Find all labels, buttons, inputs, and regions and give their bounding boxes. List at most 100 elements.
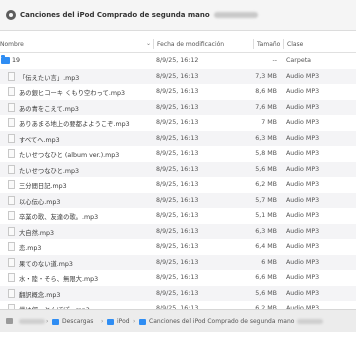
breadcrumb-label: Canciones del iPod Comprado de segunda m… xyxy=(149,318,295,325)
breadcrumb-item[interactable]: Descargas xyxy=(52,318,93,325)
column-separator[interactable] xyxy=(283,39,284,49)
window-shadow-area xyxy=(0,332,356,364)
audio-file-icon xyxy=(8,242,15,251)
folder-icon xyxy=(139,318,146,325)
audio-file-icon xyxy=(8,211,15,220)
table-row[interactable]: 「伝えたい言」.mp3 8/9/25, 16:13 7,3 MB Audio MP3 xyxy=(0,68,356,84)
path-bar: › Descargas › iPod › Canciones del iPod … xyxy=(0,309,356,332)
modified-date: 8/9/25, 16:13 xyxy=(156,243,199,250)
table-row[interactable]: 大自然.mp3 8/9/25, 16:13 6,3 MB Audio MP3 xyxy=(0,223,356,239)
file-name: 翻訳概念.mp3 xyxy=(19,291,61,299)
file-kind: Audio MP3 xyxy=(286,227,320,235)
column-kind-header[interactable]: Clase xyxy=(287,41,303,48)
modified-date: 8/9/25, 16:13 xyxy=(156,181,199,188)
table-row[interactable]: たいせつなひと (album ver.).mp3 8/9/25, 16:13 5,8… xyxy=(0,146,356,162)
file-size: 6,6 MB xyxy=(255,274,277,281)
table-row[interactable]: 果てのない道.mp3 8/9/25, 16:13 6 MB Audio MP3 xyxy=(0,254,356,270)
file-kind: Audio MP3 xyxy=(286,196,320,204)
modified-date: 8/9/25, 16:13 xyxy=(156,119,199,126)
file-list: 19 8/9/25, 16:12 -- Carpeta 「伝えたい言」.mp3 8/9/2… xyxy=(0,53,356,317)
table-row[interactable]: 三分間日記.mp3 8/9/25, 16:13 6,2 MB Audio MP3 xyxy=(0,177,356,193)
file-kind: Audio MP3 xyxy=(286,181,320,188)
breadcrumb-item[interactable]: Canciones del iPod Comprado de segunda m… xyxy=(139,318,324,325)
audio-file-icon xyxy=(8,195,15,205)
audio-file-icon xyxy=(8,118,15,127)
file-name: ありあまる地上の要都よようこぞ.mp3 xyxy=(19,121,130,128)
folder-icon xyxy=(1,55,10,64)
file-name: すべてへ.mp3 xyxy=(19,136,60,144)
modified-date: 8/9/25, 16:13 xyxy=(156,289,199,297)
column-separator[interactable] xyxy=(253,39,254,49)
audio-file-icon xyxy=(8,133,15,143)
chevron-right-icon: › xyxy=(101,318,104,325)
file-kind: Audio MP3 xyxy=(286,243,320,250)
title-bar: Canciones del iPod Comprado de segunda m… xyxy=(0,0,356,31)
column-name-header[interactable]: Nombre xyxy=(0,41,24,48)
table-row[interactable]: あの青をこえて.mp3 8/9/25, 16:13 7,6 MB Audio MP3 xyxy=(0,99,356,115)
table-row[interactable]: 水・陸・そら、無限大.mp3 8/9/25, 16:13 6,6 MB Audio M… xyxy=(0,270,356,286)
file-kind: Audio MP3 xyxy=(286,165,320,173)
audio-file-icon xyxy=(8,71,15,81)
file-name: あの銀ヒコーキ くもり空わって.mp3 xyxy=(19,90,125,97)
audio-file-icon xyxy=(8,164,15,174)
file-size: 5,6 MB xyxy=(255,165,277,173)
audio-file-icon xyxy=(8,273,15,282)
file-size: 6,3 MB xyxy=(255,134,277,142)
file-size: 7 MB xyxy=(261,119,277,126)
file-size: 5,8 MB xyxy=(255,150,277,157)
audio-file-icon xyxy=(8,149,15,158)
table-row[interactable]: たいせつなひと.mp3 8/9/25, 16:13 5,6 MB Audio MP3 xyxy=(0,161,356,177)
audio-file-icon xyxy=(8,102,15,112)
chevron-down-icon: ⌄ xyxy=(146,40,152,47)
table-row[interactable]: すべてへ.mp3 8/9/25, 16:13 6,3 MB Audio MP3 xyxy=(0,130,356,146)
file-name: 果てのない道.mp3 xyxy=(19,260,73,268)
redacted-username xyxy=(213,12,258,18)
modified-date: 8/9/25, 16:13 xyxy=(156,72,199,80)
redacted-username xyxy=(297,319,324,324)
breadcrumb-item[interactable]: iPod xyxy=(107,318,130,325)
table-row[interactable]: 翻訳概念.mp3 8/9/25, 16:13 5,6 MB Audio MP3 xyxy=(0,285,356,301)
file-size: 5,6 MB xyxy=(255,289,277,297)
file-kind: Audio MP3 xyxy=(286,150,320,157)
file-size: 6,3 MB xyxy=(255,227,277,235)
file-name: たいせつなひと (album ver.).mp3 xyxy=(19,152,120,159)
folder-icon xyxy=(107,318,114,325)
file-kind: Audio MP3 xyxy=(286,258,320,266)
file-name: 19 xyxy=(12,57,21,64)
file-size: 7,3 MB xyxy=(255,72,277,80)
modified-date: 8/9/25, 16:12 xyxy=(156,57,199,64)
file-name: たいせつなひと.mp3 xyxy=(19,167,80,175)
audio-file-icon xyxy=(8,180,15,189)
file-name: 「伝えたい言」.mp3 xyxy=(19,74,80,82)
table-row[interactable]: 以心伝心.mp3 8/9/25, 16:13 5,7 MB Audio MP3 xyxy=(0,192,356,208)
table-row[interactable]: 恋.mp3 8/9/25, 16:13 6,4 MB Audio MP3 xyxy=(0,239,356,255)
file-kind: Audio MP3 xyxy=(286,72,320,80)
column-separator[interactable] xyxy=(153,39,154,49)
file-kind: Audio MP3 xyxy=(286,88,320,95)
modified-date: 8/9/25, 16:13 xyxy=(156,196,199,204)
file-kind: Audio MP3 xyxy=(286,212,320,219)
modified-date: 8/9/25, 16:13 xyxy=(156,134,199,142)
table-row[interactable]: ありあまる地上の要都よようこぞ.mp3 8/9/25, 16:13 7 MB Audi… xyxy=(0,115,356,131)
redacted-drive-name xyxy=(19,318,45,324)
column-size-header[interactable]: Tamaño xyxy=(257,41,280,48)
breadcrumb-item[interactable] xyxy=(6,318,45,324)
table-row[interactable]: あの銀ヒコーキ くもり空わって.mp3 8/9/25, 16:13 8,6 MB Au… xyxy=(0,84,356,100)
window-title: Canciones del iPod Comprado de segunda m… xyxy=(20,11,210,19)
audio-file-icon xyxy=(8,257,15,267)
modified-date: 8/9/25, 16:13 xyxy=(156,212,199,219)
folder-row[interactable]: 19 8/9/25, 16:12 -- Carpeta xyxy=(0,53,356,69)
file-kind: Audio MP3 xyxy=(286,134,320,142)
column-date-header[interactable]: Fecha de modificación xyxy=(157,41,224,48)
modified-date: 8/9/25, 16:13 xyxy=(156,274,199,281)
table-row[interactable]: 卒業の歌、友達の歌。.mp3 8/9/25, 16:13 5,1 MB Audio M… xyxy=(0,208,356,224)
column-header: Nombre ⌄ Fecha de modificación Tamaño Cl… xyxy=(0,36,356,53)
file-size: 6 MB xyxy=(261,258,277,266)
breadcrumb-label: iPod xyxy=(117,318,130,325)
modified-date: 8/9/25, 16:13 xyxy=(156,150,199,157)
file-kind: Audio MP3 xyxy=(286,289,320,297)
file-size: 7,6 MB xyxy=(255,103,277,111)
modified-date: 8/9/25, 16:13 xyxy=(156,103,199,111)
audio-file-icon xyxy=(8,226,15,236)
file-name: 水・陸・そら、無限大.mp3 xyxy=(19,276,99,283)
